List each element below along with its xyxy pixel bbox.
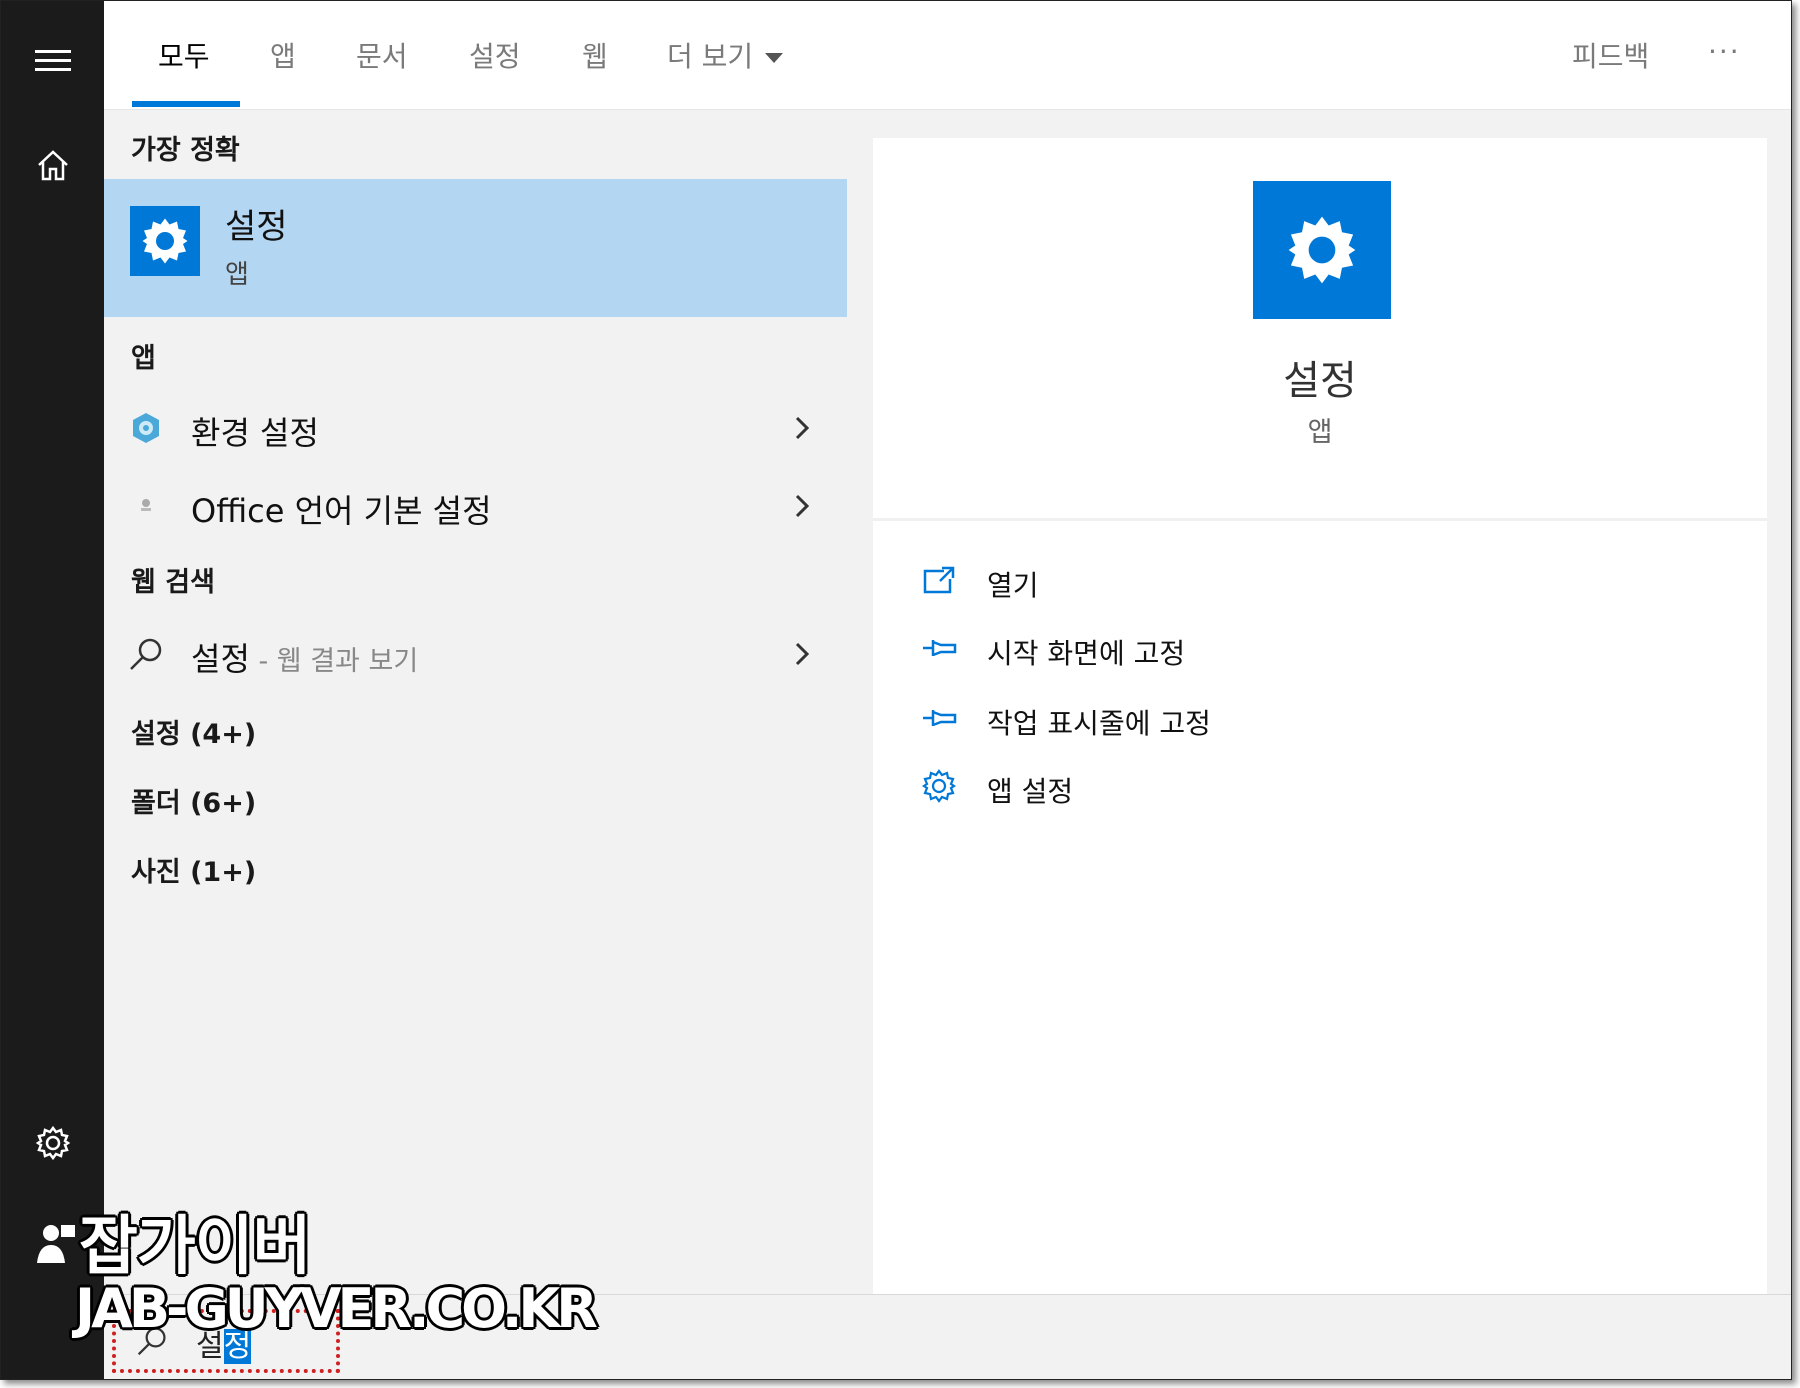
action-open[interactable]: 열기 xyxy=(873,552,1767,608)
tab-apps[interactable]: 앱 xyxy=(270,35,296,75)
web-search-result[interactable]: 설정 - 웹 결과 보기 xyxy=(104,622,847,686)
control-panel-icon xyxy=(128,410,164,446)
action-label: 앱 설정 xyxy=(987,775,1074,808)
watermark-url: JAB-GUYVER.CO.KR xyxy=(75,1277,598,1340)
chevron-right-icon[interactable] xyxy=(784,636,820,672)
divider xyxy=(873,518,1767,521)
results-pane: 가장 정확 설정 앱 앱 환경 설정 Office 언어 기본 설정 웹 검색 … xyxy=(104,110,847,1294)
web-search-label: 설정 - 웹 결과 보기 xyxy=(191,634,418,680)
office-language-icon xyxy=(128,488,164,524)
best-match-result[interactable]: 설정 앱 xyxy=(104,179,847,317)
chevron-down-icon xyxy=(765,53,784,63)
settings-app-icon xyxy=(1253,181,1391,319)
app-result-label: Office 언어 기본 설정 xyxy=(191,492,492,530)
detail-pane: 설정 앱 열기 시작 화면에 고정 작업 표시줄에 고정 앱 설정 xyxy=(847,110,1791,1294)
action-pin-to-start[interactable]: 시작 화면에 고정 xyxy=(873,620,1767,676)
user-icon[interactable] xyxy=(37,1223,77,1265)
best-match-subtitle: 앱 xyxy=(225,260,249,290)
home-icon[interactable] xyxy=(33,145,73,185)
tab-more[interactable]: 더 보기 xyxy=(667,35,784,75)
left-rail xyxy=(1,1,104,1379)
feedback-button[interactable]: 피드백 xyxy=(1572,35,1649,75)
action-app-settings[interactable]: 앱 설정 xyxy=(873,758,1767,814)
more-options-button[interactable]: ··· xyxy=(1708,35,1741,68)
action-label: 열기 xyxy=(987,569,1039,602)
tab-more-label: 더 보기 xyxy=(667,40,754,73)
tab-web[interactable]: 웹 xyxy=(582,35,608,75)
web-search-query: 설정 xyxy=(191,640,250,678)
tab-documents[interactable]: 문서 xyxy=(356,35,408,75)
settings-app-icon xyxy=(130,206,200,276)
group-settings[interactable]: 설정 (4+) xyxy=(131,712,256,751)
action-label: 작업 표시줄에 고정 xyxy=(987,707,1211,740)
chevron-right-icon[interactable] xyxy=(784,410,820,446)
pin-icon xyxy=(921,630,957,666)
web-search-hint: - 웹 결과 보기 xyxy=(249,646,419,677)
app-result-office-language[interactable]: Office 언어 기본 설정 xyxy=(104,474,847,538)
tab-all[interactable]: 모두 xyxy=(158,35,210,75)
search-icon xyxy=(128,636,164,672)
open-icon xyxy=(921,562,957,598)
detail-title: 설정 xyxy=(1283,358,1357,404)
detail-card: 설정 앱 열기 시작 화면에 고정 작업 표시줄에 고정 앱 설정 xyxy=(873,138,1767,1294)
apps-header: 앱 xyxy=(131,343,156,374)
hamburger-menu-icon[interactable] xyxy=(33,41,73,81)
best-match-header: 가장 정확 xyxy=(131,135,240,166)
settings-gear-icon[interactable] xyxy=(33,1123,73,1163)
chevron-right-icon[interactable] xyxy=(784,488,820,524)
active-tab-indicator xyxy=(132,101,240,107)
web-search-header: 웹 검색 xyxy=(131,567,215,598)
tab-settings[interactable]: 설정 xyxy=(469,35,521,75)
group-folders[interactable]: 폴더 (6+) xyxy=(131,781,256,820)
search-window: 모두 앱 문서 설정 웹 더 보기 피드백 ··· 가장 정확 설정 앱 앱 환… xyxy=(0,0,1792,1380)
group-photos[interactable]: 사진 (1+) xyxy=(131,850,256,889)
app-result-control-panel[interactable]: 환경 설정 xyxy=(104,396,847,460)
app-result-label: 환경 설정 xyxy=(191,414,319,452)
detail-subtitle: 앱 xyxy=(1307,417,1333,448)
filter-tab-bar: 모두 앱 문서 설정 웹 더 보기 피드백 ··· xyxy=(104,1,1791,110)
action-pin-to-taskbar[interactable]: 작업 표시줄에 고정 xyxy=(873,690,1767,746)
best-match-title: 설정 xyxy=(225,207,288,247)
watermark-title: 잡가이버 xyxy=(79,1210,312,1284)
gear-icon xyxy=(921,768,957,804)
action-label: 시작 화면에 고정 xyxy=(987,637,1186,670)
pin-icon xyxy=(921,700,957,736)
